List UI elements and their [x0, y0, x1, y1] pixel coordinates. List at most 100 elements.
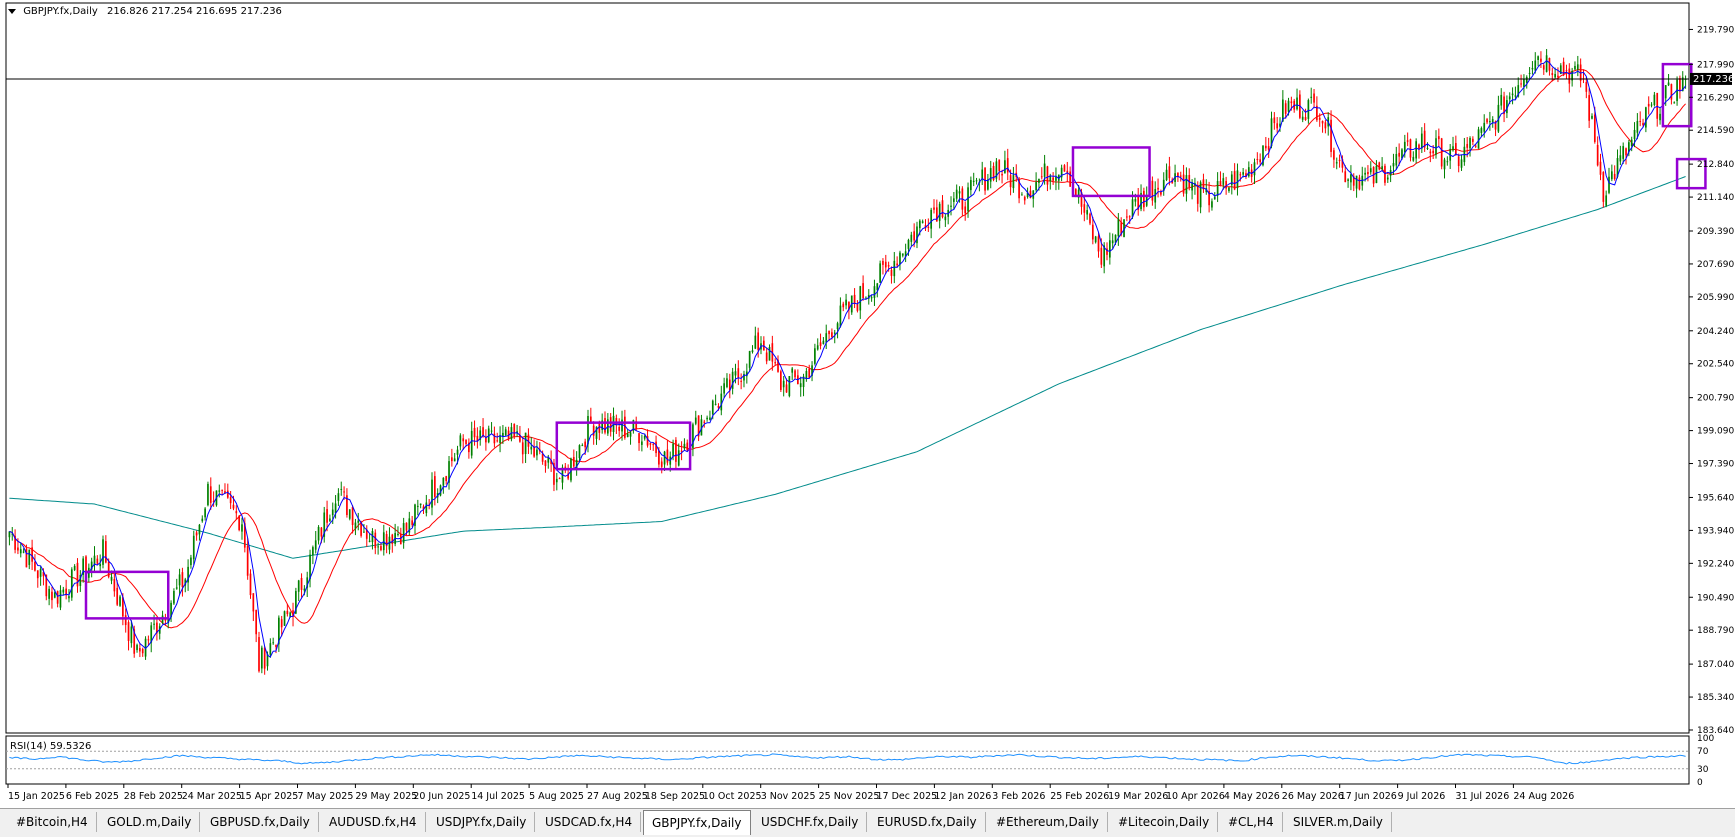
candle-body — [363, 531, 365, 533]
candle-body — [1165, 169, 1168, 181]
candle-body — [190, 557, 192, 566]
candle-body — [1381, 166, 1383, 170]
candle-body — [533, 446, 535, 457]
y-axis-label: 185.340 — [1697, 693, 1734, 703]
candle-body — [1542, 65, 1545, 70]
candle-body — [377, 546, 379, 548]
candle-body — [286, 610, 289, 615]
candle-body — [621, 419, 623, 432]
current-price-label: 217.236 — [1693, 74, 1734, 85]
candle-body — [368, 540, 371, 542]
y-axis-label: 193.940 — [1697, 526, 1734, 536]
candle-body — [1256, 159, 1259, 161]
candle-body — [831, 332, 833, 337]
tab-bitcoin-h4[interactable]: #Bitcoin,H4 — [8, 812, 97, 832]
candle-body — [1633, 129, 1636, 139]
candle-body — [899, 252, 901, 265]
candle-body — [1585, 81, 1588, 92]
x-axis-label: 3 Nov 2025 — [761, 791, 816, 802]
candle-body — [1347, 179, 1349, 181]
candle-body — [1432, 150, 1435, 154]
candle-body — [485, 437, 487, 443]
y-axis-label: 204.240 — [1697, 327, 1734, 337]
candle-body — [1335, 162, 1338, 164]
tab-litecoin-daily[interactable]: #Litecoin,Daily — [1110, 812, 1219, 832]
tab-usdchf-fx-daily[interactable]: USDCHF.fx,Daily — [753, 812, 868, 832]
x-axis-label: 5 Aug 2025 — [529, 791, 584, 802]
candle-body — [260, 647, 263, 669]
candle-body — [1131, 199, 1134, 217]
x-axis-label: 25 Nov 2025 — [819, 791, 880, 802]
candle-body — [1602, 172, 1605, 202]
candle-body — [870, 297, 873, 299]
candle-body — [1179, 175, 1182, 177]
x-axis-label: 6 Feb 2025 — [66, 791, 119, 802]
candle-body — [1574, 65, 1576, 70]
candle-body — [1290, 101, 1293, 104]
tab-gold-m-daily[interactable]: GOLD.m,Daily — [99, 812, 201, 832]
candle-body — [116, 587, 119, 605]
y-axis-label: 209.390 — [1697, 227, 1734, 237]
triangle-down-icon[interactable] — [8, 8, 16, 14]
tab-eurusd-fx-daily[interactable]: EURUSD.fx,Daily — [869, 812, 986, 832]
candle-body — [658, 450, 660, 465]
candle-body — [1369, 168, 1372, 173]
candle-body — [1452, 146, 1454, 151]
candle-body — [272, 642, 275, 644]
candle-body — [1469, 137, 1471, 149]
candle-body — [1435, 138, 1437, 155]
candle-body — [1086, 210, 1089, 215]
candle-body — [794, 370, 796, 378]
candle-body — [1440, 138, 1443, 167]
candle-body — [124, 615, 127, 626]
candle-body — [246, 546, 249, 576]
candle-body — [1406, 140, 1409, 142]
candle-body — [862, 283, 864, 298]
tab-gbpjpy-fx-daily[interactable]: GBPJPY.fx,Daily — [643, 810, 751, 835]
tab-ethereum-daily[interactable]: #Ethereum,Daily — [988, 812, 1108, 832]
tab-usdjpy-fx-daily[interactable]: USDJPY.fx,Daily — [428, 812, 536, 832]
tab-audusd-fx-h4[interactable]: AUDUSD.fx,H4 — [321, 812, 426, 832]
tab-gbpusd-fx-daily[interactable]: GBPUSD.fx,Daily — [202, 812, 319, 832]
candle-body — [663, 451, 666, 465]
candle-body — [578, 445, 581, 459]
candle-body — [1038, 178, 1040, 183]
candle-body — [380, 546, 382, 551]
candle-body — [711, 400, 714, 415]
y-axis-label: 187.040 — [1697, 660, 1734, 670]
tab-usdcad-fx-h4[interactable]: USDCAD.fx,H4 — [537, 812, 642, 832]
y-axis-label: 195.640 — [1697, 493, 1734, 503]
tab-silver-m-daily[interactable]: SILVER.m,Daily — [1285, 812, 1392, 832]
x-axis-label: 4 May 2026 — [1224, 791, 1280, 802]
candle-body — [1242, 172, 1244, 175]
candle-body — [113, 579, 116, 592]
candle-body — [334, 503, 337, 514]
candle-body — [882, 260, 884, 265]
candle-body — [70, 569, 73, 598]
candle-body — [927, 226, 930, 228]
candle-body — [192, 535, 195, 560]
candle-body — [655, 441, 657, 454]
x-axis-label: 24 Mar 2025 — [182, 791, 242, 802]
candle-body — [1023, 196, 1026, 201]
x-axis-label: 19 Mar 2026 — [1108, 791, 1168, 802]
candle-body — [984, 167, 986, 191]
candle-body — [666, 449, 669, 463]
tab-cl-h4[interactable]: #CL,H4 — [1220, 812, 1283, 832]
candle-body — [754, 335, 757, 349]
candle-body — [941, 200, 944, 218]
candle-body — [581, 445, 584, 447]
price-chart[interactable]: 217.236 219.790 217.990 216.290 214.590 212.… — [0, 0, 1735, 808]
candle-body — [1568, 68, 1571, 84]
candle-body — [788, 376, 791, 397]
y-axis-label: 199.090 — [1697, 427, 1734, 437]
candle-body — [354, 522, 357, 529]
candle-body — [1063, 165, 1066, 172]
candle-body — [107, 561, 110, 577]
candle-body — [374, 532, 377, 548]
candle-body — [921, 221, 924, 223]
candle-body — [1667, 82, 1670, 86]
candle-body — [1094, 236, 1097, 243]
x-axis-label: 9 Jul 2026 — [1398, 791, 1446, 802]
candle-body — [1636, 120, 1639, 133]
